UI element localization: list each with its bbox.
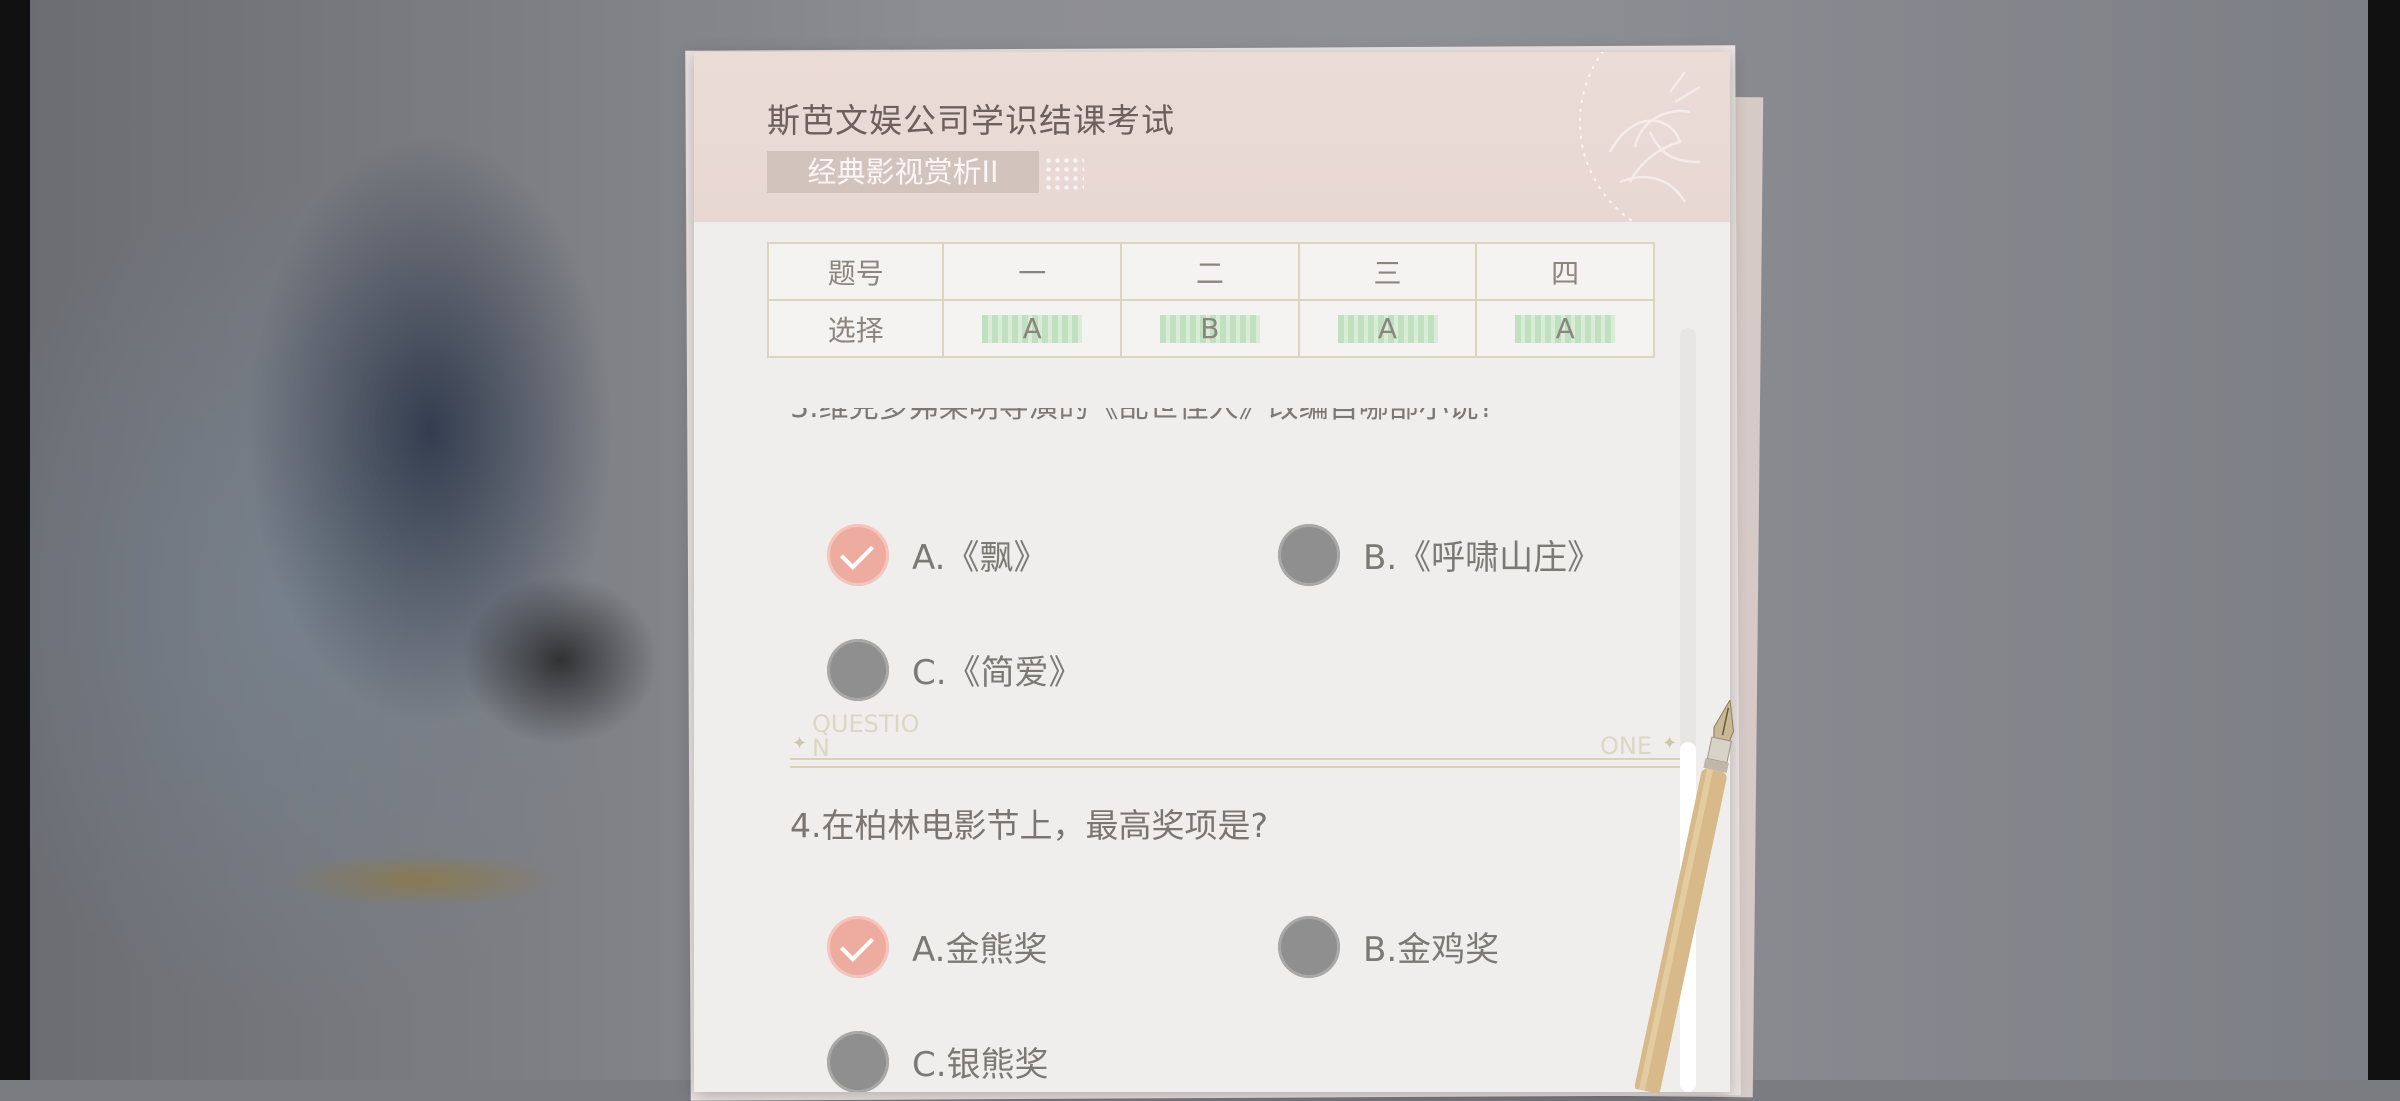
question-divider (790, 758, 1680, 768)
table-col-3: 三 (1297, 242, 1478, 301)
star-icon: ✦ (1662, 733, 1678, 754)
answer-table: 题号 一 二 三 四 选择 A B A A (766, 242, 1655, 358)
q4-option-a-label[interactable]: A.金熊奖 (912, 922, 1047, 971)
table-col-2: 二 (1120, 242, 1300, 301)
divider-left-text: QUESTIO N (812, 710, 920, 762)
q3-option-b-radio[interactable] (1278, 524, 1340, 586)
q3-option-a-label[interactable]: A.《飘》 (912, 530, 1047, 579)
q4-option-b-radio[interactable] (1278, 916, 1340, 978)
answer-cell-4[interactable]: A (1475, 299, 1655, 358)
right-letterbox (2368, 0, 2400, 1080)
q4-option-c-label[interactable]: C.银熊奖 (912, 1037, 1049, 1086)
q3-option-c-label[interactable]: C.《简爱》 (912, 645, 1083, 694)
divider-right-text: ONE (1600, 732, 1653, 760)
answer-cell-2[interactable]: B (1120, 299, 1300, 358)
q4-option-a-radio[interactable] (827, 916, 889, 978)
exam-paper: 斯芭文娱公司学识结课考试 经典影视赏析II 题号 一 二 三 四 选择 A B (694, 52, 1730, 1092)
flower-decoration-icon (1579, 52, 1701, 222)
answer-value: A (1515, 315, 1616, 343)
left-letterbox (0, 0, 30, 1080)
answer-cell-3[interactable]: A (1297, 299, 1478, 358)
table-row-answers: 选择 A B A A (766, 299, 1655, 358)
exam-title: 斯芭文娱公司学识结课考试 (767, 101, 1175, 140)
table-col-4: 四 (1475, 242, 1655, 301)
q3-option-c-radio[interactable] (827, 639, 889, 701)
answer-value: A (982, 315, 1083, 343)
question-3-text: 3.维克多弗莱明导演的《乱世佳人》改编自哪部小说? (790, 408, 1495, 426)
table-header-label: 题号 (766, 242, 945, 301)
answer-cell-1[interactable]: A (942, 299, 1123, 358)
table-col-1: 一 (942, 242, 1123, 301)
star-icon: ✦ (792, 733, 808, 754)
exam-header: 斯芭文娱公司学识结课考试 经典影视赏析II (694, 52, 1730, 222)
questions-scroll-area[interactable]: 3.维克多弗莱明导演的《乱世佳人》改编自哪部小说? A.《飘》 B.《呼啸山庄》… (694, 352, 1730, 1092)
q3-option-b-label[interactable]: B.《呼啸山庄》 (1363, 530, 1601, 579)
answer-value: A (1337, 315, 1438, 343)
dots-decoration (1044, 156, 1084, 192)
subject-tag: 经典影视赏析II (767, 151, 1039, 193)
table-row-header: 题号 一 二 三 四 (766, 242, 1655, 301)
question-4-text: 4.在柏林电影节上，最高奖项是? (790, 806, 1269, 845)
q3-option-a-radio[interactable] (827, 524, 889, 586)
answer-value: B (1159, 315, 1260, 343)
table-answer-label: 选择 (766, 299, 945, 358)
q4-option-b-label[interactable]: B.金鸡奖 (1363, 922, 1499, 971)
q4-option-c-radio[interactable] (827, 1031, 889, 1092)
